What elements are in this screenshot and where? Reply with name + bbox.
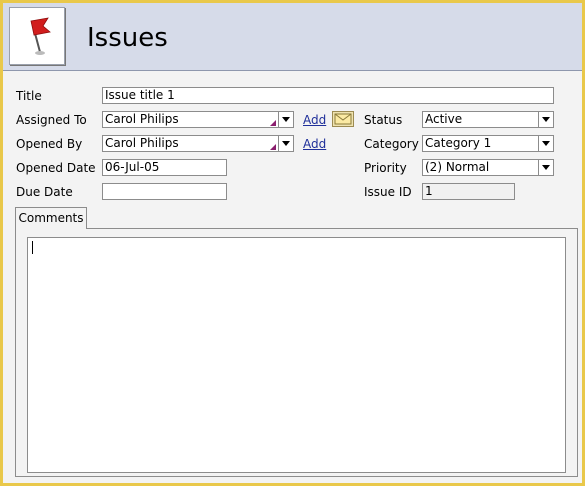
category-label: Category xyxy=(364,137,419,151)
add-assigned-to-link[interactable]: Add xyxy=(303,112,326,128)
priority-label: Priority xyxy=(364,161,407,175)
title-label: Title xyxy=(16,89,42,103)
edit-list-marker-icon xyxy=(270,144,276,150)
issue-id-field: 1 xyxy=(422,183,515,200)
status-select[interactable]: Active xyxy=(422,111,554,128)
opened-by-label: Opened By xyxy=(16,137,83,151)
status-label: Status xyxy=(364,113,403,127)
chevron-down-icon[interactable] xyxy=(278,136,293,151)
tab-comments[interactable]: Comments xyxy=(15,207,87,229)
status-value: Active xyxy=(425,112,463,126)
category-value: Category 1 xyxy=(425,136,492,150)
comments-textarea[interactable] xyxy=(27,237,566,473)
envelope-icon xyxy=(334,113,352,125)
due-date-field[interactable] xyxy=(102,183,227,200)
assigned-to-value: Carol Philips xyxy=(105,112,179,126)
chevron-down-icon[interactable] xyxy=(538,136,553,151)
assigned-to-select[interactable]: Carol Philips xyxy=(102,111,294,128)
category-select[interactable]: Category 1 xyxy=(422,135,554,152)
due-date-label: Due Date xyxy=(16,185,73,199)
edit-list-marker-icon xyxy=(270,120,276,126)
send-mail-button[interactable] xyxy=(332,111,354,127)
chevron-down-icon[interactable] xyxy=(278,112,293,127)
opened-date-field[interactable]: 06-Jul-05 xyxy=(102,159,227,176)
chevron-down-icon[interactable] xyxy=(538,112,553,127)
priority-select[interactable]: (2) Normal xyxy=(422,159,554,176)
flag-icon xyxy=(9,7,65,65)
opened-date-label: Opened Date xyxy=(16,161,96,175)
text-caret xyxy=(32,241,33,254)
title-field[interactable]: Issue title 1 xyxy=(102,87,554,104)
page-title: Issues xyxy=(87,23,168,53)
opened-by-select[interactable]: Carol Philips xyxy=(102,135,294,152)
priority-value: (2) Normal xyxy=(425,160,490,174)
chevron-down-icon[interactable] xyxy=(538,160,553,175)
comments-tab-panel xyxy=(15,228,578,477)
opened-by-value: Carol Philips xyxy=(105,136,179,150)
assigned-to-label: Assigned To xyxy=(16,113,87,127)
form-header: Issues xyxy=(3,3,582,71)
issue-id-label: Issue ID xyxy=(364,185,412,199)
issues-form-window: Issues Title Issue title 1 Assigned To C… xyxy=(3,3,582,483)
add-opened-by-link[interactable]: Add xyxy=(303,136,326,152)
